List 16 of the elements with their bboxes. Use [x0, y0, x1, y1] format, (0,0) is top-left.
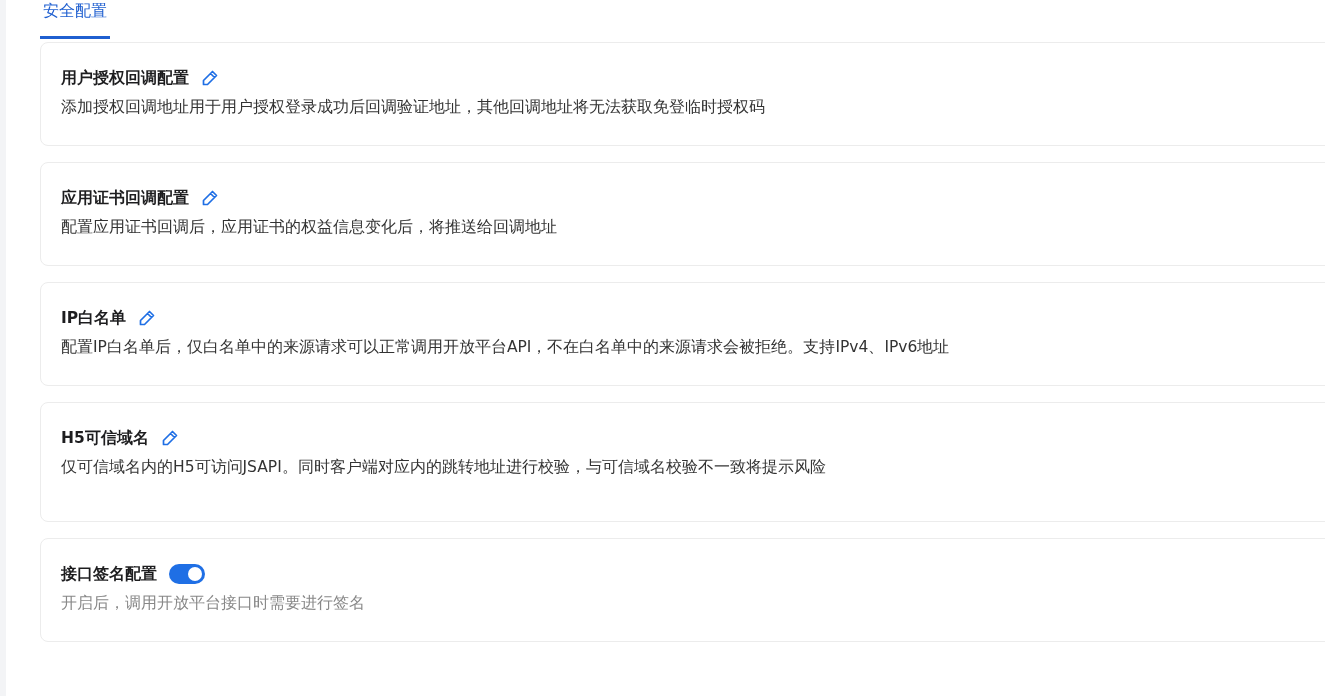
- edit-icon[interactable]: [201, 69, 219, 87]
- edit-icon[interactable]: [201, 189, 219, 207]
- edit-icon[interactable]: [160, 429, 179, 447]
- toggle-switch[interactable]: [169, 564, 205, 584]
- section-description: 配置应用证书回调后，应用证书的权益信息变化后，将推送给回调地址: [61, 217, 558, 238]
- section-description: 开启后，调用开放平台接口时需要进行签名: [61, 593, 366, 614]
- section-title: IP白名单: [61, 307, 127, 329]
- section-description: 仅可信域名内的H5可访问JSAPI。同时客户端对应内的跳转地址进行校验，与可信域名校验不一致将提示风险: [61, 457, 827, 478]
- section-title: 用户授权回调配置: [61, 67, 189, 89]
- section-description: 添加授权回调地址用于用户授权登录成功后回调验证地址，其他回调地址将无法获取免登临时授权码: [61, 97, 766, 118]
- section-description: 配置IP白名单后，仅白名单中的来源请求可以正常调用开放平台API，不在白名单中的来源请求会被拒绝。支持IPv4、IPv6地址: [61, 337, 951, 358]
- section-title: 接口签名配置: [61, 563, 157, 585]
- section-title: 应用证书回调配置: [61, 187, 189, 209]
- section-title: H5可信域名: [61, 427, 149, 449]
- edit-icon[interactable]: [138, 309, 157, 327]
- tab[interactable]: 安全配置: [40, 0, 110, 39]
